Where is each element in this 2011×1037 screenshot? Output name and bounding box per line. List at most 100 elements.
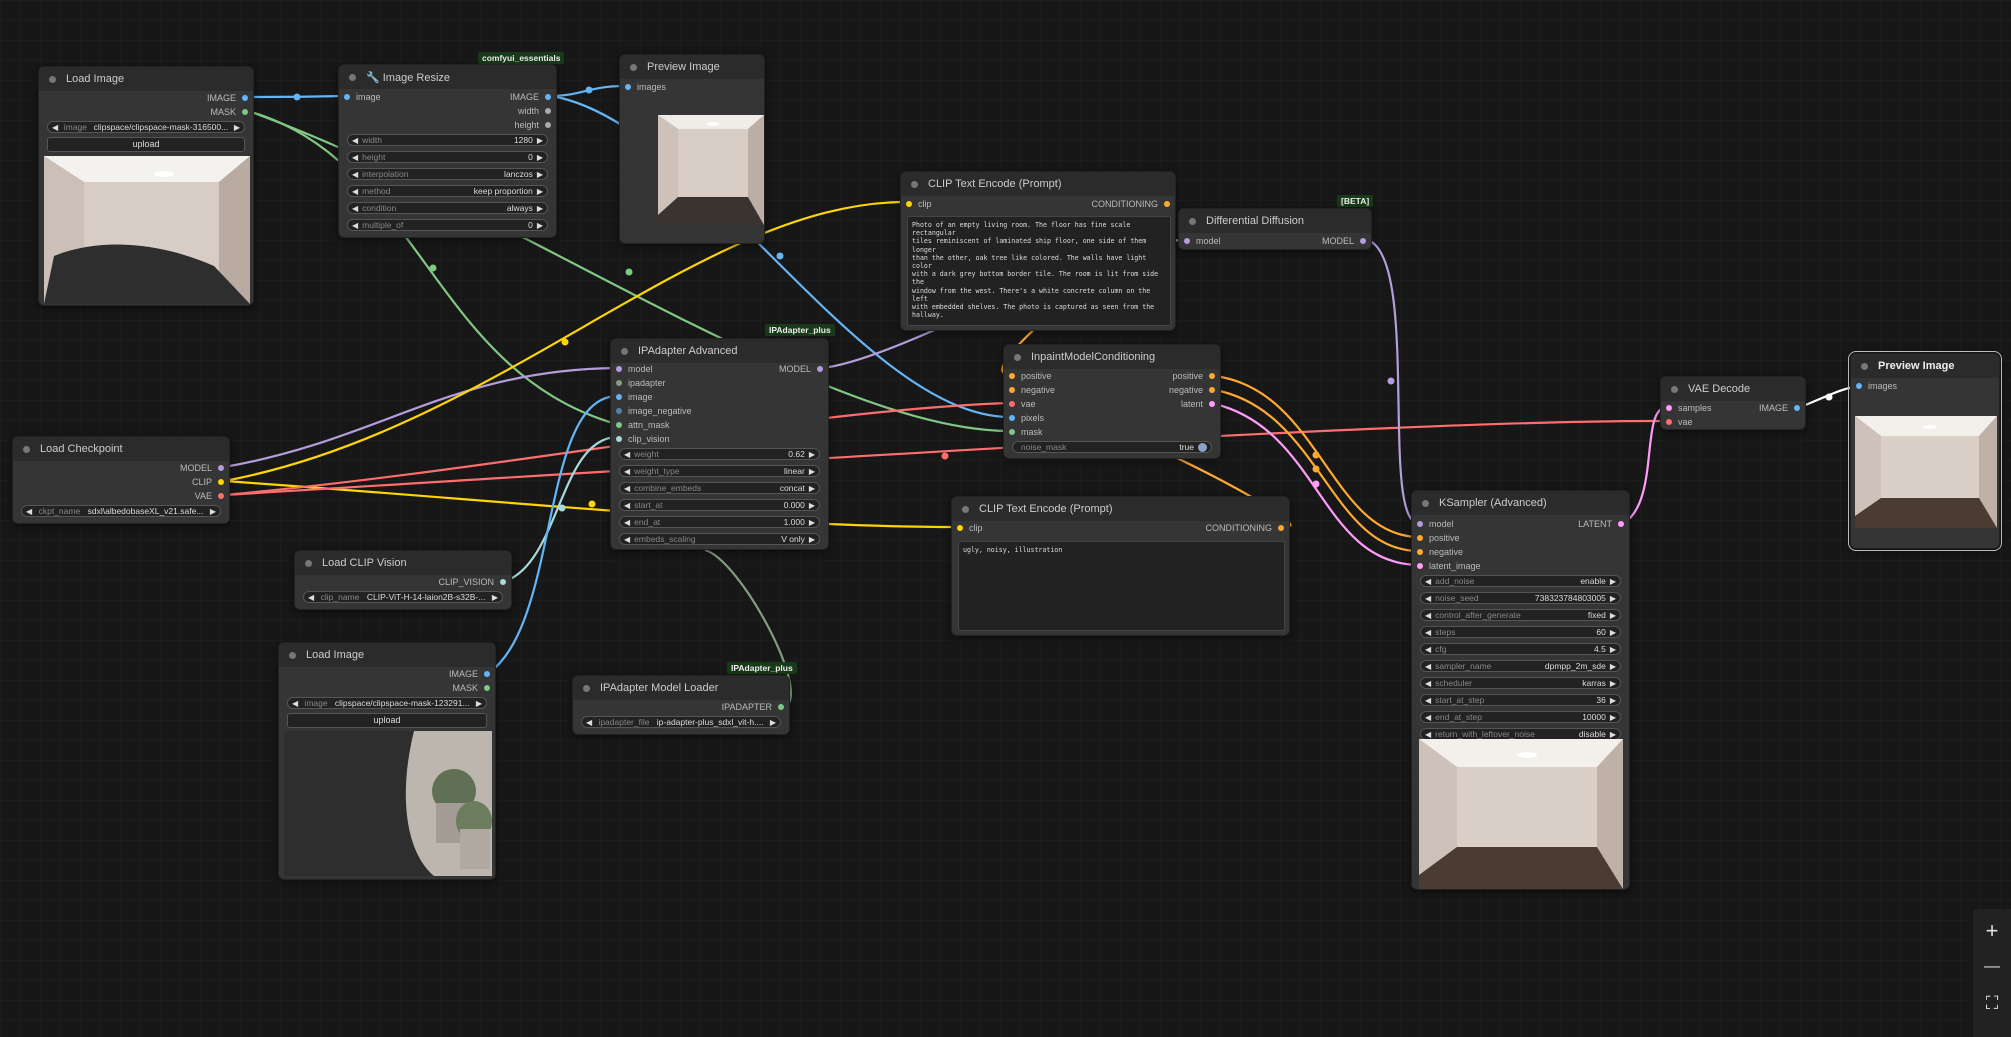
input-attn-mask[interactable]: attn_mask — [616, 419, 670, 431]
input-positive[interactable]: positive — [1417, 532, 1460, 544]
arrow-right-icon[interactable]: ▶ — [537, 221, 543, 230]
arrow-left-icon[interactable]: ◀ — [1425, 611, 1431, 620]
arrow-left-icon[interactable]: ◀ — [308, 593, 314, 602]
input-clip[interactable]: clip — [906, 198, 932, 210]
arrow-left-icon[interactable]: ◀ — [352, 187, 358, 196]
widget-noise-seed[interactable]: ◀ noise_seed 738323784803005 ▶ — [1420, 592, 1621, 604]
arrow-left-icon[interactable]: ◀ — [624, 484, 630, 493]
output-pin-icon[interactable] — [500, 579, 506, 585]
collapse-dot-icon[interactable] — [630, 63, 637, 71]
output-image[interactable]: IMAGE — [207, 92, 248, 104]
arrow-right-icon[interactable]: ▶ — [1610, 594, 1616, 603]
arrow-right-icon[interactable]: ▶ — [537, 136, 543, 145]
input-latent-image[interactable]: latent_image — [1417, 560, 1481, 572]
load-image-node-2[interactable]: Load Image IMAGE MASK ◀ image clipspace/cl… — [278, 642, 496, 880]
output-pin-icon[interactable] — [484, 671, 490, 677]
output-pin-icon[interactable] — [545, 94, 551, 100]
input-vae[interactable]: vae — [1666, 416, 1693, 428]
input-pin-icon[interactable] — [1009, 387, 1015, 393]
arrow-left-icon[interactable]: ◀ — [1425, 730, 1431, 739]
arrow-right-icon[interactable]: ▶ — [809, 501, 815, 510]
arrow-left-icon[interactable]: ◀ — [352, 221, 358, 230]
clip-text-encode-node-1[interactable]: CLIP Text Encode (Prompt) clip CONDITION… — [900, 171, 1176, 331]
arrow-left-icon[interactable]: ◀ — [352, 170, 358, 179]
output-pin-icon[interactable] — [242, 95, 248, 101]
noise-mask-toggle[interactable]: noise_mask true — [1012, 441, 1212, 453]
load-clip-vision-node[interactable]: Load CLIP Vision CLIP_VISION ◀ clip_name C… — [294, 550, 512, 610]
widget-combine-embeds[interactable]: ◀ combine_embeds concat ▶ — [619, 482, 820, 494]
output-pin-icon[interactable] — [218, 465, 224, 471]
arrow-right-icon[interactable]: ▶ — [809, 535, 815, 544]
output-mask[interactable]: MASK — [210, 106, 248, 118]
collapse-dot-icon[interactable] — [23, 445, 30, 453]
arrow-left-icon[interactable]: ◀ — [352, 136, 358, 145]
input-samples[interactable]: samples — [1666, 402, 1712, 414]
collapse-dot-icon[interactable] — [1861, 362, 1868, 370]
widget-weight[interactable]: ◀ weight 0.62 ▶ — [619, 448, 820, 460]
arrow-right-icon[interactable]: ▶ — [1610, 730, 1616, 739]
input-pin-icon[interactable] — [616, 436, 622, 442]
node-title[interactable]: Load CLIP Vision — [295, 551, 511, 575]
collapse-dot-icon[interactable] — [621, 347, 628, 355]
output-pin-icon[interactable] — [545, 122, 551, 128]
ksampler-advanced-node[interactable]: KSampler (Advanced) model positive negat… — [1411, 490, 1630, 890]
preview-image-node-2[interactable]: Preview Image images — [1848, 351, 2002, 551]
node-title[interactable]: Load Image — [39, 67, 253, 91]
arrow-right-icon[interactable]: ▶ — [537, 153, 543, 162]
arrow-left-icon[interactable]: ◀ — [352, 204, 358, 213]
output-pin-icon[interactable] — [545, 108, 551, 114]
arrow-left-icon[interactable]: ◀ — [52, 123, 58, 132]
arrow-left-icon[interactable]: ◀ — [26, 507, 32, 516]
zoom-in-button[interactable]: + — [1973, 913, 2011, 949]
arrow-left-icon[interactable]: ◀ — [1425, 594, 1431, 603]
arrow-right-icon[interactable]: ▶ — [537, 187, 543, 196]
input-pin-icon[interactable] — [616, 394, 622, 400]
input-images[interactable]: images — [625, 81, 666, 93]
output-pin-icon[interactable] — [242, 109, 248, 115]
output-pin-icon[interactable] — [218, 479, 224, 485]
output-image[interactable]: IMAGE — [449, 668, 490, 680]
arrow-right-icon[interactable]: ▶ — [210, 507, 216, 516]
node-title[interactable]: KSampler (Advanced) — [1412, 491, 1629, 515]
arrow-left-icon[interactable]: ◀ — [624, 518, 630, 527]
arrow-left-icon[interactable]: ◀ — [292, 699, 298, 708]
input-pin-icon[interactable] — [1184, 238, 1190, 244]
output-latent[interactable]: latent — [1181, 398, 1215, 410]
arrow-right-icon[interactable]: ▶ — [492, 593, 498, 602]
output-model[interactable]: MODEL — [779, 363, 823, 375]
node-title[interactable]: CLIP Text Encode (Prompt) — [952, 497, 1289, 521]
image-select-widget[interactable]: ◀ image clipspace/clipspace-mask-123291...… — [287, 697, 487, 709]
node-title[interactable]: VAE Decode — [1661, 377, 1805, 401]
collapse-dot-icon[interactable] — [289, 651, 296, 659]
collapse-dot-icon[interactable] — [583, 684, 590, 692]
arrow-left-icon[interactable]: ◀ — [1425, 645, 1431, 654]
image-resize-node[interactable]: 🔧 Image Resize image IMAGE width height … — [338, 64, 557, 238]
input-pin-icon[interactable] — [1417, 535, 1423, 541]
input-pin-icon[interactable] — [616, 422, 622, 428]
widget-steps[interactable]: ◀ steps 60 ▶ — [1420, 626, 1621, 638]
node-title[interactable]: IPAdapter Model Loader — [573, 676, 789, 700]
arrow-left-icon[interactable]: ◀ — [1425, 713, 1431, 722]
input-pin-icon[interactable] — [616, 408, 622, 414]
widget-add-noise[interactable]: ◀ add_noise enable ▶ — [1420, 575, 1621, 587]
input-pin-icon[interactable] — [616, 366, 622, 372]
arrow-right-icon[interactable]: ▶ — [1610, 679, 1616, 688]
arrow-right-icon[interactable]: ▶ — [1610, 696, 1616, 705]
differential-diffusion-node[interactable]: Differential Diffusion model MODEL — [1178, 208, 1372, 250]
collapse-dot-icon[interactable] — [305, 559, 312, 567]
output-vae[interactable]: VAE — [195, 490, 224, 502]
arrow-left-icon[interactable]: ◀ — [624, 450, 630, 459]
clip-text-encode-node-2[interactable]: CLIP Text Encode (Prompt) clip CONDITION… — [951, 496, 1290, 636]
node-title[interactable]: IPAdapter Advanced — [611, 339, 828, 363]
widget-start-at-step[interactable]: ◀ start_at_step 36 ▶ — [1420, 694, 1621, 706]
input-positive[interactable]: positive — [1009, 370, 1052, 382]
output-clip[interactable]: CLIP — [192, 476, 224, 488]
output-model[interactable]: MODEL — [180, 462, 224, 474]
image-select-widget[interactable]: ◀ image clipspace/clipspace-mask-316500...… — [47, 121, 245, 133]
preview-image-node-1[interactable]: Preview Image images — [619, 54, 765, 244]
output-image[interactable]: IMAGE — [510, 91, 551, 103]
widget-interpolation[interactable]: ◀ interpolation lanczos ▶ — [347, 168, 548, 180]
load-image-node-1[interactable]: Load Image IMAGE MASK ◀ image clipspace/cl… — [38, 66, 254, 306]
arrow-right-icon[interactable]: ▶ — [1610, 713, 1616, 722]
collapse-dot-icon[interactable] — [349, 73, 356, 81]
